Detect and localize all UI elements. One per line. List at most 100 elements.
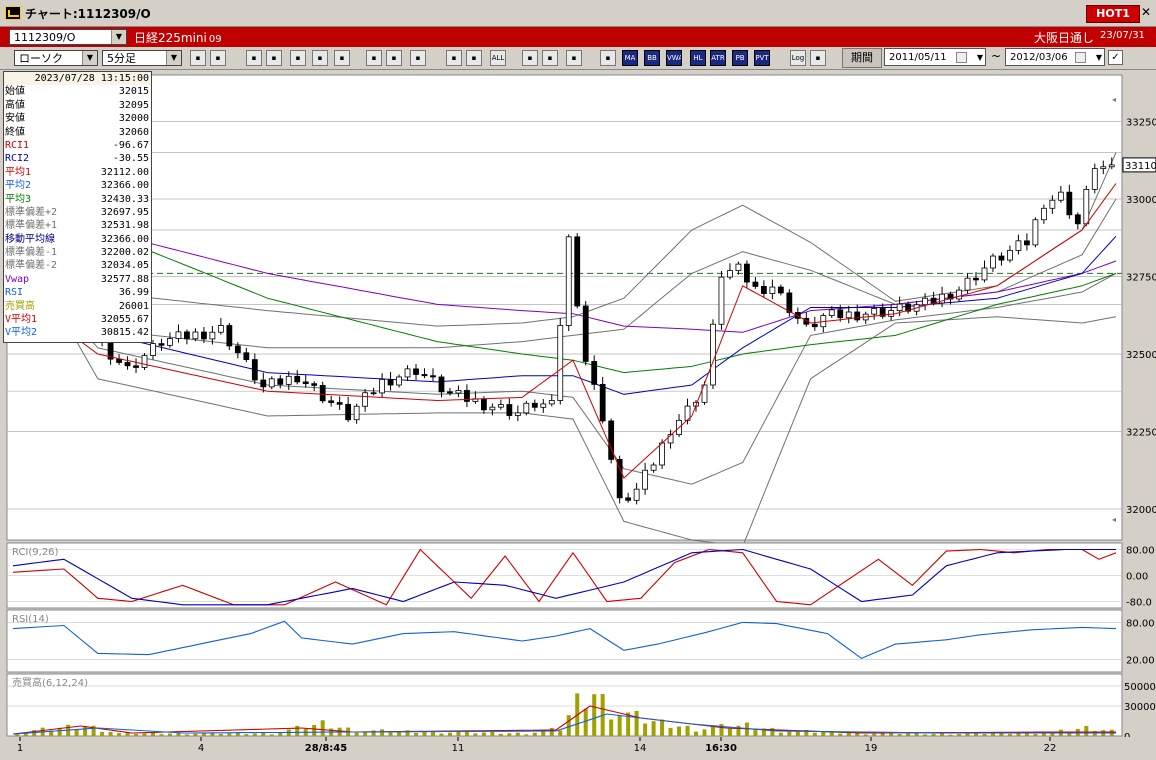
- bb-icon[interactable]: BB: [644, 50, 660, 66]
- vwap-icon[interactable]: VWAP: [666, 50, 682, 66]
- info-label: 平均2: [5, 180, 32, 192]
- scroll-icon[interactable]: ▪: [246, 50, 262, 66]
- session-label: 大阪日通し: [1034, 31, 1095, 45]
- candle: [1040, 207, 1047, 221]
- ma-icon[interactable]: MA: [622, 50, 638, 66]
- info-row: 平均1 32112.00: [4, 166, 151, 179]
- info-row: Vwap 32577.88: [4, 273, 151, 286]
- volume-bar: [863, 734, 868, 736]
- from-date-value: 2011/05/11: [889, 52, 947, 63]
- x-tick-label: 11: [452, 743, 465, 754]
- chevron-down-icon[interactable]: ▼: [1096, 49, 1102, 67]
- info-value: 32577.88: [100, 273, 149, 285]
- volume-bar: [940, 733, 945, 736]
- candle: [133, 365, 139, 368]
- interval-value: 5分足: [107, 52, 136, 65]
- chart-type-select[interactable]: ローソク ▼: [14, 50, 98, 66]
- interval-select[interactable]: 5分足 ▼: [102, 50, 182, 66]
- candle-add-icon[interactable]: ▪: [446, 50, 462, 66]
- volume-label: 売買高(6,12,24): [12, 676, 88, 689]
- log-icon[interactable]: Log: [790, 50, 806, 66]
- calendar-icon[interactable]: ▪: [266, 50, 282, 66]
- hot-badge-button[interactable]: HOT1: [1086, 5, 1140, 23]
- pvt-icon[interactable]: PVT: [754, 50, 770, 66]
- volume-bar: [812, 732, 817, 736]
- palette-icon[interactable]: ▪: [566, 50, 582, 66]
- candle: [455, 390, 462, 394]
- candle: [430, 375, 436, 378]
- candle: [871, 308, 878, 315]
- candle: [1032, 219, 1039, 246]
- volume-bar: [990, 733, 995, 736]
- edit-icon[interactable]: ▪: [542, 50, 558, 66]
- volume-bar: [507, 733, 512, 736]
- symbol-bar: 1112309/O ▼ 日経225mini 09 大阪日通し 23/07/31: [0, 27, 1156, 47]
- info-label: 移動平均線: [5, 233, 55, 245]
- pbb-icon[interactable]: PB: [732, 50, 748, 66]
- cross-icon[interactable]: ▪: [312, 50, 328, 66]
- candle: [591, 361, 598, 385]
- volume-bar: [923, 734, 928, 736]
- rsi-panel[interactable]: 80.00 20.00 RSI(14): [6, 609, 1155, 673]
- candle: [531, 402, 538, 408]
- info-label: RCI2: [5, 153, 30, 165]
- volume-bar: [515, 732, 520, 736]
- volume-bar: [982, 733, 987, 736]
- volume-bar: [218, 733, 223, 736]
- price-panel[interactable]: 33250 33000 32750 32500 32250 32000 33110 ◂ ◂: [6, 74, 1156, 547]
- close-icon[interactable]: ✕: [1141, 6, 1153, 18]
- volume-bar: [184, 734, 189, 736]
- x-tick-label: 14: [634, 743, 647, 754]
- calendar-icon[interactable]: [1075, 52, 1086, 63]
- chart-area[interactable]: 33250 33000 32750 32500 32250 32000 33110 ◂ ◂ 80…: [0, 70, 1156, 760]
- volume-bar: [948, 734, 953, 736]
- grid-icon[interactable]: ▪: [600, 50, 616, 66]
- chevron-down-icon[interactable]: ▼: [166, 51, 181, 65]
- candle: [234, 345, 241, 354]
- select-arrow-icon[interactable]: ▪: [386, 50, 402, 66]
- volume-bar: [727, 728, 732, 736]
- line-draw-icon[interactable]: ▪: [366, 50, 382, 66]
- bar-chart-icon[interactable]: ▪: [290, 50, 306, 66]
- candle: [1024, 240, 1030, 246]
- undo-icon[interactable]: ▪: [410, 50, 426, 66]
- rci-panel[interactable]: 80.00 0.00 -80.0 RCI(9,26): [6, 542, 1155, 609]
- chevron-down-icon[interactable]: ▼: [977, 49, 983, 67]
- atr-icon[interactable]: ATR: [710, 50, 726, 66]
- info-icon[interactable]: ▪: [334, 50, 350, 66]
- from-date-field[interactable]: 2011/05/11 ▼: [884, 48, 986, 66]
- cursor-bar-icon[interactable]: ▪: [210, 50, 226, 66]
- candle: [1108, 164, 1115, 168]
- to-date-field[interactable]: 2012/03/06 ▼: [1005, 48, 1105, 66]
- candle-remove-icon[interactable]: ▪: [466, 50, 482, 66]
- candle: [786, 292, 793, 313]
- candle: [1074, 214, 1081, 225]
- all-icon[interactable]: ALL: [490, 50, 506, 66]
- volume-panel[interactable]: 50000300000売買高(6,12,24): [6, 673, 1156, 743]
- volume-bar: [846, 732, 851, 736]
- export-icon[interactable]: ▪: [810, 50, 826, 66]
- candle: [752, 281, 759, 287]
- x-tick-label: 1: [17, 743, 23, 754]
- symbol-value: 1112309/O: [14, 31, 76, 44]
- settings-icon[interactable]: ▪: [522, 50, 538, 66]
- symbol-select[interactable]: 1112309/O ▼: [9, 29, 127, 45]
- candle: [345, 403, 352, 421]
- candle: [650, 464, 657, 471]
- hl-icon[interactable]: HL: [690, 50, 706, 66]
- volume-bar: [880, 733, 885, 736]
- volume-bar: [354, 732, 359, 736]
- apply-checkbox[interactable]: ✓: [1108, 50, 1123, 65]
- candle: [633, 488, 640, 501]
- info-row: 平均2 32366.00: [4, 179, 151, 192]
- info-row: 始値 32015: [4, 85, 151, 98]
- scroll-up-icon: ◂: [1112, 95, 1116, 104]
- chevron-down-icon[interactable]: ▼: [82, 51, 97, 65]
- calendar-icon[interactable]: [956, 52, 967, 63]
- info-value: 26001: [118, 300, 149, 312]
- volume-bar: [142, 733, 147, 736]
- zoom-icon[interactable]: ▪: [190, 50, 206, 66]
- info-value: -96.67: [112, 139, 149, 151]
- chevron-down-icon[interactable]: ▼: [111, 30, 126, 44]
- period-button[interactable]: 期間: [842, 48, 882, 68]
